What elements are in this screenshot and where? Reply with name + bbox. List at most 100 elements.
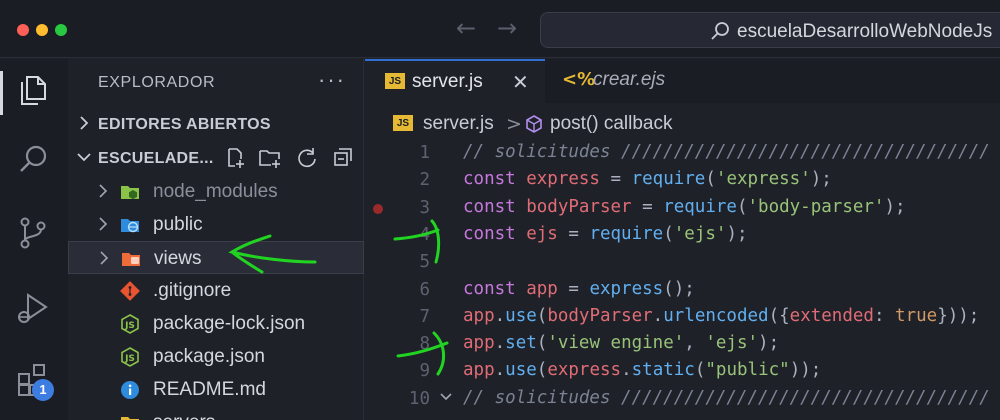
file-name: node_modules (153, 181, 278, 202)
close-icon[interactable]: ✕ (512, 70, 529, 94)
code-token: require (631, 169, 706, 190)
tab-crear-ejs[interactable]: <% crear.ejs (546, 59, 746, 103)
collapse-all-icon[interactable] (332, 147, 354, 169)
code-token: bodyParser (526, 196, 632, 217)
code-token: ( (536, 360, 548, 381)
back-arrow-icon[interactable]: ← (456, 14, 476, 42)
code-line[interactable]: 2 const express = require('express'); (365, 167, 1000, 194)
code-token: true (895, 305, 938, 326)
project-label: ESCUELADE... (98, 150, 214, 167)
command-center-text: escuelaDesarrolloWebNodeJs (737, 21, 993, 42)
code-token: // solicitudes /////////////////////////… (463, 142, 990, 162)
file-name: public (153, 214, 203, 235)
new-file-icon[interactable] (224, 147, 246, 169)
code-editor[interactable]: 1 // solicitudes ////////////////////////… (365, 140, 1000, 420)
code-token: bodyParser (547, 305, 653, 326)
chevron-down-icon (77, 153, 91, 162)
new-folder-icon[interactable] (258, 147, 282, 169)
code-token: urlencoded (663, 305, 769, 326)
code-token: ejs (526, 223, 558, 244)
code-token: ( (663, 223, 674, 244)
fold-chevron-icon[interactable] (439, 390, 453, 404)
code-token: 'view engine' (547, 333, 685, 354)
breadcrumb-symbol[interactable]: post() callback (550, 113, 673, 135)
code-token: = (599, 169, 632, 190)
source-control-icon[interactable] (14, 214, 52, 252)
nodejs-icon: JS (121, 347, 139, 367)
tree-item-package-lock[interactable]: JS package-lock.json (68, 307, 364, 340)
chevron-right-icon (99, 184, 108, 198)
code-line[interactable]: 8 app.set('view engine', 'ejs'); (365, 331, 1000, 358)
tree-item-package-json[interactable]: JS package.json (68, 340, 364, 373)
close-window-button[interactable] (17, 24, 29, 36)
code-token: app (463, 333, 495, 354)
code-line[interactable]: 4 const ejs = require('ejs'); (365, 222, 1000, 249)
line-number: 6 (419, 279, 430, 300)
tree-item-public[interactable]: public (68, 208, 364, 241)
open-editors-label: EDITORES ABIERTOS (98, 116, 271, 133)
code-token: express (547, 360, 622, 381)
code-token: extended (789, 305, 874, 326)
code-token: require (663, 196, 737, 217)
nodejs-icon: JS (121, 314, 139, 334)
code-token: , (684, 333, 706, 354)
views-folder-icon (122, 253, 140, 266)
code-line[interactable]: 3 const bodyParser = require('body-parser… (365, 195, 1000, 222)
code-token: express (589, 278, 664, 299)
code-text: app.use(bodyParser.urlencoded({extended:… (463, 306, 979, 326)
activity-bar: 1 (0, 59, 68, 420)
search-icon[interactable] (14, 141, 52, 179)
file-name: package.json (153, 346, 265, 367)
code-token: use (505, 305, 537, 326)
code-token: })); (937, 305, 980, 326)
line-number: 4 (419, 224, 430, 245)
zoom-window-button[interactable] (55, 24, 67, 36)
line-number: 1 (419, 143, 430, 163)
refresh-icon[interactable] (296, 147, 318, 169)
code-token: app (526, 278, 558, 299)
more-actions-icon[interactable]: ··· (318, 67, 346, 93)
line-number: 7 (419, 306, 430, 327)
open-editors-section[interactable]: EDITORES ABIERTOS (68, 111, 364, 141)
tab-server-js[interactable]: JS server.js ✕ (365, 59, 545, 103)
method-cube-icon (526, 115, 542, 133)
code-line[interactable]: 6 const app = express(); (365, 277, 1000, 304)
code-text: const ejs = require('ejs'); (463, 224, 748, 244)
tree-item-gitignore[interactable]: .gitignore (68, 274, 364, 307)
project-section[interactable]: ESCUELADE... (68, 145, 364, 175)
code-line[interactable]: 7 app.use(bodyParser.urlencoded({extended… (365, 304, 1000, 331)
code-token: 'express' (715, 169, 811, 190)
run-debug-icon[interactable] (14, 289, 52, 327)
line-number: 8 (419, 334, 430, 355)
ejs-file-icon: <% (562, 69, 596, 90)
breakpoint-marker[interactable] (373, 203, 383, 214)
code-token: static (631, 360, 695, 381)
explorer-title: EXPLORADOR (98, 74, 216, 91)
code-token: . (494, 333, 506, 354)
explorer-icon[interactable] (14, 71, 52, 109)
breadcrumb-file[interactable]: server.js (423, 113, 494, 135)
svg-text:JS: JS (124, 354, 135, 364)
command-center-search[interactable]: escuelaDesarrolloWebNodeJs (540, 12, 1000, 48)
code-line[interactable]: 1 // solicitudes ////////////////////////… (365, 140, 1000, 167)
breadcrumb: JS server.js > post() callback (365, 107, 1000, 139)
tree-item-servers[interactable]: servers (68, 406, 364, 420)
code-token: ( (705, 169, 716, 190)
chevron-right-icon (99, 217, 108, 231)
code-token: ); (884, 196, 906, 217)
js-file-icon: JS (385, 73, 405, 89)
code-line[interactable]: 5 (365, 249, 1000, 276)
code-line[interactable]: 10 // solicitudes ///////////////////////… (365, 386, 1000, 413)
forward-arrow-icon[interactable]: → (497, 14, 517, 42)
code-line[interactable]: 9 app.use(express.static("public")); (365, 358, 1000, 385)
public-folder-icon (121, 219, 139, 233)
line-number: 3 (419, 197, 430, 218)
tree-item-node-modules[interactable]: node_modules (68, 175, 364, 208)
minimize-window-button[interactable] (36, 24, 48, 36)
tree-item-readme[interactable]: README.md (68, 373, 364, 406)
code-token: 'ejs' (705, 333, 759, 354)
line-number: 9 (419, 361, 430, 382)
code-text: // solicitudes /////////////////////////… (463, 142, 990, 162)
code-text: app.use(express.static("public")); (463, 360, 821, 380)
tree-item-views[interactable]: views (68, 241, 364, 274)
